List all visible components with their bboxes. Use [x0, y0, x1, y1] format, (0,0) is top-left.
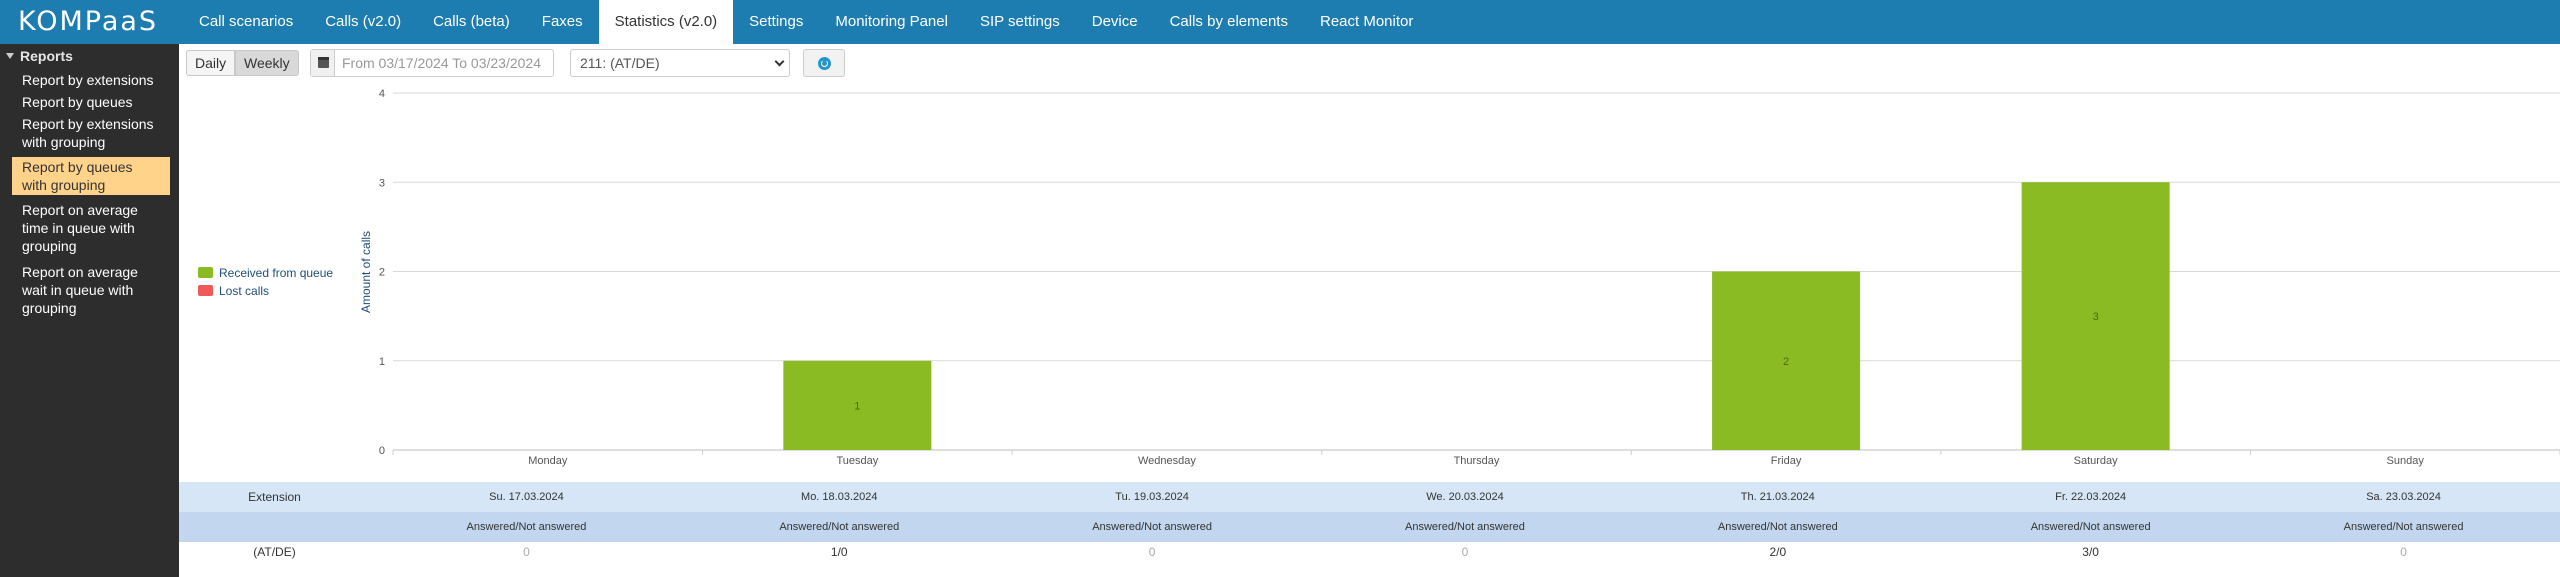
- value-cell: 0: [370, 542, 683, 562]
- subheader-answered: Answered/Not answered: [1308, 512, 1622, 542]
- sidebar-header-reports[interactable]: Reports: [6, 48, 73, 64]
- tab-react-monitor[interactable]: React Monitor: [1304, 0, 1429, 44]
- weekly-calls-chart: 0 1 2 3 4 1 2 3 Monday Tuesday Wednesday Thursday…: [198, 88, 2560, 467]
- tab-statistics-v2[interactable]: Statistics (v2.0): [598, 0, 734, 44]
- date-range-text: From 03/17/2024 To 03/23/2024: [342, 55, 542, 71]
- value-cell[interactable]: 3/0: [1934, 542, 2248, 562]
- column-header-date: Th. 21.03.2024: [1621, 482, 1935, 513]
- extension-select[interactable]: 211: (AT/DE): [570, 49, 790, 77]
- chevron-down-icon: [774, 56, 785, 67]
- bar-value-label: 1: [854, 400, 860, 412]
- weekly-button[interactable]: Weekly: [235, 50, 299, 76]
- legend-label-lost[interactable]: Lost calls: [219, 284, 269, 298]
- legend-swatch-received: [198, 267, 213, 278]
- nav-tabs: Call scenarios Calls (v2.0) Calls (beta)…: [183, 0, 1429, 44]
- tab-call-scenarios[interactable]: Call scenarios: [183, 0, 309, 44]
- tab-device[interactable]: Device: [1076, 0, 1154, 44]
- date-range-input[interactable]: From 03/17/2024 To 03/23/2024: [310, 49, 554, 77]
- tab-monitoring-panel[interactable]: Monitoring Panel: [819, 0, 964, 44]
- subheader-answered: Answered/Not answered: [1934, 512, 2248, 542]
- x-tick-label: Sunday: [2387, 455, 2425, 467]
- x-tick-label: Wednesday: [1138, 455, 1196, 467]
- column-header-date: Tu. 19.03.2024: [995, 482, 1309, 513]
- subheader-answered: Answered/Not answered: [1621, 512, 1935, 542]
- value-cell[interactable]: 2/0: [1621, 542, 1935, 562]
- sidebar-item-report-by-queues[interactable]: Report by queues: [12, 92, 170, 112]
- sidebar: Reports Report by extensions Report by q…: [0, 44, 179, 577]
- column-header-date: Sa. 23.03.2024: [2247, 482, 2560, 513]
- tab-settings[interactable]: Settings: [733, 0, 819, 44]
- column-header-date: Mo. 18.03.2024: [682, 482, 996, 513]
- subheader-answered: Answered/Not answered: [995, 512, 1309, 542]
- value-cell: 0: [2247, 542, 2560, 562]
- legend-label-received[interactable]: Received from queue: [219, 266, 333, 280]
- chart-legend: Received from queue Lost calls: [198, 266, 333, 298]
- table-header-row: Extension Su. 17.03.2024 Mo. 18.03.2024 …: [179, 482, 2560, 513]
- legend-swatch-lost: [198, 285, 213, 296]
- sidebar-item-report-by-extensions[interactable]: Report by extensions: [12, 70, 170, 90]
- subheader-answered: Answered/Not answered: [370, 512, 683, 542]
- sidebar-item-report-by-queues-grouping[interactable]: Report by queues with grouping: [12, 157, 170, 195]
- extension-select-value: 211: (AT/DE): [580, 55, 660, 71]
- subheader-answered: Answered/Not answered: [682, 512, 996, 542]
- extension-name-cell: (AT/DE): [179, 542, 370, 562]
- column-header-date: Fr. 22.03.2024: [1934, 482, 2248, 513]
- daily-button[interactable]: Daily: [186, 50, 236, 76]
- value-cell[interactable]: 1/0: [682, 542, 996, 562]
- chart-bars: 1 2 3: [783, 182, 2170, 450]
- y-tick-label: 3: [379, 177, 385, 189]
- bar-value-label: 3: [2093, 311, 2099, 323]
- caret-down-icon: [6, 53, 14, 59]
- tab-calls-v2[interactable]: Calls (v2.0): [309, 0, 417, 44]
- x-tick-label: Friday: [1771, 455, 1802, 467]
- x-axis-labels: Monday Tuesday Wednesday Thursday Friday Satu…: [528, 455, 2424, 467]
- x-tick-label: Thursday: [1454, 455, 1500, 467]
- top-navbar: KOMPaaS Call scenarios Calls (v2.0) Call…: [0, 0, 2560, 44]
- subheader-empty: [179, 512, 370, 542]
- tab-calls-by-elements[interactable]: Calls by elements: [1154, 0, 1304, 44]
- calendar-icon[interactable]: [311, 50, 335, 76]
- refresh-icon: [818, 57, 831, 70]
- y-tick-label: 4: [379, 88, 385, 100]
- table-subheader-row: Answered/Not answered Answered/Not answe…: [179, 512, 2560, 542]
- tab-faxes[interactable]: Faxes: [526, 0, 599, 44]
- x-tick-label: Saturday: [2074, 455, 2119, 467]
- table-row: (AT/DE) 0 1/0 0 0 2/0 3/0 0: [179, 542, 2560, 562]
- y-axis-ticks: 0 1 2 3 4: [379, 88, 385, 457]
- value-cell: 0: [995, 542, 1309, 562]
- bar-value-label: 2: [1783, 356, 1789, 368]
- column-header-date: Su. 17.03.2024: [370, 482, 683, 513]
- y-axis-label: Amount of calls: [359, 231, 373, 313]
- sidebar-item-report-avg-wait-queue[interactable]: Report on average wait in queue with gro…: [12, 262, 170, 318]
- subheader-answered: Answered/Not answered: [2247, 512, 2560, 542]
- sidebar-item-report-avg-time-queue[interactable]: Report on average time in queue with gro…: [12, 200, 170, 256]
- x-tick-label: Monday: [528, 455, 568, 467]
- sidebar-item-report-by-extensions-grouping[interactable]: Report by extensions with grouping: [12, 114, 170, 152]
- stats-table: Extension Su. 17.03.2024 Mo. 18.03.2024 …: [179, 482, 2560, 562]
- y-tick-label: 2: [379, 267, 385, 279]
- x-tick-label: Tuesday: [836, 455, 878, 467]
- y-tick-label: 0: [379, 445, 385, 457]
- column-header-extension: Extension: [179, 482, 370, 513]
- tab-calls-beta[interactable]: Calls (beta): [417, 0, 526, 44]
- logo[interactable]: KOMPaaS: [18, 6, 158, 38]
- tab-sip-settings[interactable]: SIP settings: [964, 0, 1076, 44]
- y-tick-label: 1: [379, 356, 385, 368]
- chart-grid: [392, 92, 2560, 455]
- column-header-date: We. 20.03.2024: [1308, 482, 1622, 513]
- report-toolbar: Daily Weekly From 03/17/2024 To 03/23/20…: [179, 44, 2560, 82]
- refresh-button[interactable]: [803, 49, 845, 77]
- value-cell: 0: [1308, 542, 1622, 562]
- sidebar-header-label: Reports: [20, 48, 73, 64]
